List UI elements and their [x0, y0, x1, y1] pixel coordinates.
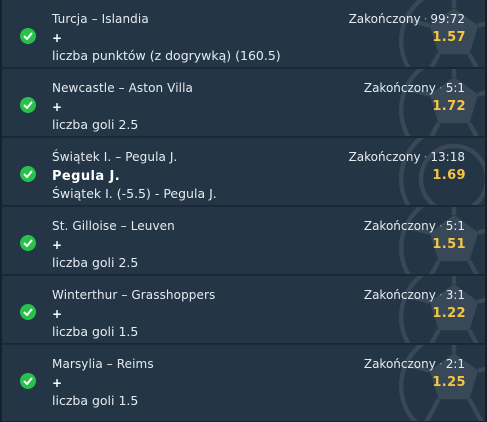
bet-row[interactable]: St. Gilloise – Leuven + liczba goli 2.5 …: [0, 207, 487, 275]
bet-market: liczba goli 1.5: [52, 324, 139, 339]
check-circle-icon: [20, 28, 36, 44]
bet-odds: 1.57: [432, 30, 466, 45]
match-name: Winterthur – Grasshoppers: [52, 288, 216, 302]
status-label: Zakończony: [363, 288, 436, 302]
bet-row[interactable]: Turcja – Islandia + liczba punktów (z do…: [0, 0, 487, 68]
status-label: Zakończony: [363, 219, 436, 233]
bet-odds: 1.51: [432, 237, 466, 252]
bet-odds: 1.72: [432, 99, 466, 114]
match-status: Zakończony · 2:1: [364, 357, 465, 371]
bet-market: liczba punktów (z dogrywką) (160.5): [52, 48, 281, 63]
bet-odds: 1.69: [432, 168, 466, 183]
match-status: Zakończony · 5:1: [364, 219, 465, 233]
bet-pick: Pegula J.: [52, 169, 121, 184]
check-circle-icon: [20, 166, 36, 182]
match-name: Turcja – Islandia: [52, 12, 149, 26]
bet-slip-list: Turcja – Islandia + liczba punktów (z do…: [0, 0, 487, 422]
match-status: Zakończony · 99:72: [349, 12, 465, 26]
match-score: 3:1: [445, 288, 465, 302]
bet-pick: +: [52, 238, 63, 252]
status-label: Zakończony: [348, 12, 421, 26]
bet-odds: 1.25: [432, 375, 466, 390]
status-label: Zakończony: [363, 357, 436, 371]
bet-row[interactable]: Marsylia – Reims + liczba goli 1.5 Zakoń…: [0, 345, 487, 422]
bet-pick: +: [52, 31, 63, 45]
bet-row[interactable]: Newcastle – Aston Villa + liczba goli 2.…: [0, 69, 487, 137]
status-separator: ·: [423, 150, 428, 164]
match-status: Zakończony · 13:18: [349, 150, 465, 164]
match-score: 13:18: [430, 150, 465, 164]
status-separator: ·: [438, 288, 443, 302]
match-name: Świątek I. – Pegula J.: [52, 150, 178, 164]
bet-market: liczba goli 1.5: [52, 393, 139, 408]
status-label: Zakończony: [363, 81, 436, 95]
match-name: Marsylia – Reims: [52, 357, 154, 371]
bet-pick: +: [52, 100, 63, 114]
frame-left-edge: [0, 0, 2, 422]
match-status: Zakończony · 3:1: [364, 288, 465, 302]
bet-market: liczba goli 2.5: [52, 117, 139, 132]
status-label: Zakończony: [348, 150, 421, 164]
match-name: St. Gilloise – Leuven: [52, 219, 175, 233]
bet-odds: 1.22: [432, 306, 466, 321]
match-score: 2:1: [445, 357, 465, 371]
check-circle-icon: [20, 304, 36, 320]
status-separator: ·: [423, 12, 428, 26]
bet-market: liczba goli 2.5: [52, 255, 139, 270]
bet-row[interactable]: Świątek I. – Pegula J. Pegula J. Świątek…: [0, 138, 487, 206]
bet-row[interactable]: Winterthur – Grasshoppers + liczba goli …: [0, 276, 487, 344]
match-score: 99:72: [430, 12, 465, 26]
bet-pick: +: [52, 307, 63, 321]
check-circle-icon: [20, 373, 36, 389]
match-score: 5:1: [445, 219, 465, 233]
check-circle-icon: [20, 235, 36, 251]
match-status: Zakończony · 5:1: [364, 81, 465, 95]
check-circle-icon: [20, 97, 36, 113]
match-name: Newcastle – Aston Villa: [52, 81, 193, 95]
status-separator: ·: [438, 219, 443, 233]
bet-market: Świątek I. (-5.5) - Pegula J.: [52, 186, 217, 201]
status-separator: ·: [438, 357, 443, 371]
bet-pick: +: [52, 376, 63, 390]
status-separator: ·: [438, 81, 443, 95]
match-score: 5:1: [445, 81, 465, 95]
